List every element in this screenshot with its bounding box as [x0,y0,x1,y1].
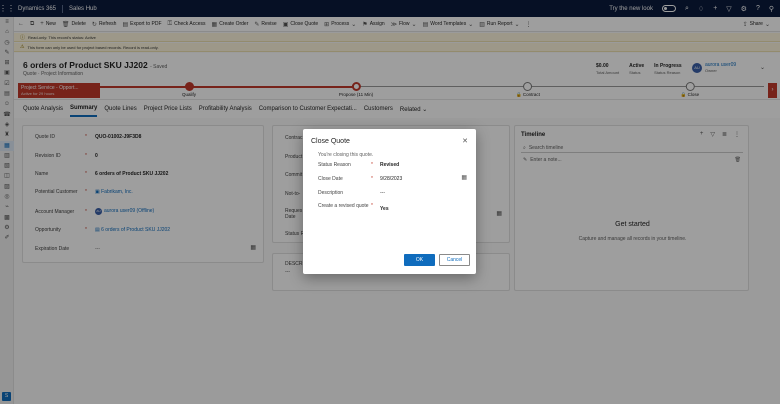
close-date-label: Close Date [318,176,343,182]
create-revised-toggle[interactable]: Yes [380,206,389,212]
ok-button[interactable]: OK [404,254,435,266]
required-marker: * [371,203,373,209]
cancel-button[interactable]: Cancel [439,254,470,266]
close-icon[interactable]: ✕ [462,137,468,145]
description-row: Description --- [318,190,385,196]
create-revised-label: Create a revised quote [318,203,369,209]
status-reason-select[interactable]: Revised [380,162,399,168]
status-reason-label: Status Reason [318,162,351,168]
required-marker: * [371,162,373,168]
close-quote-dialog: Close Quote ✕ You're closing this quote.… [303,129,476,274]
description-input[interactable]: --- [380,190,385,196]
dialog-message: You're closing this quote. [318,152,374,158]
calendar-icon[interactable]: ▦ [461,174,467,181]
close-date-input[interactable]: 9/28/2023 [380,176,402,182]
required-marker: * [371,176,373,182]
create-revised-row: Create a revised quote * Yes [318,203,389,212]
close-date-row: Close Date * 9/28/2023 [318,176,402,182]
dialog-title: Close Quote [311,138,350,145]
description-label: Description [318,190,344,196]
status-reason-row: Status Reason * Revised [318,162,399,168]
required-marker [371,190,380,196]
